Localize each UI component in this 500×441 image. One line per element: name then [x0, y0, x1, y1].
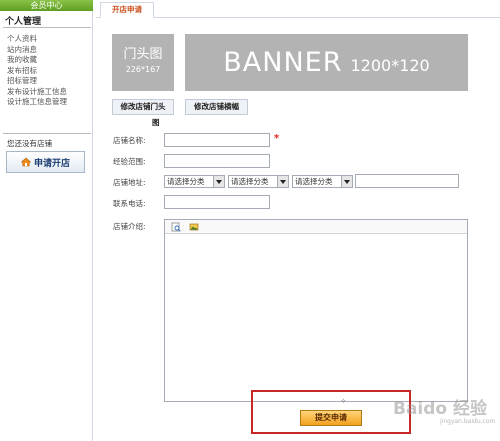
- address-label: 店铺地址:: [113, 178, 146, 187]
- door-image-placeholder: 门头图 226*167: [112, 34, 174, 91]
- sidebar-item-favorites[interactable]: 我的收藏: [7, 55, 67, 66]
- scope-label: 经验范围:: [113, 157, 146, 166]
- phone-input[interactable]: [164, 195, 270, 209]
- door-image-size: 226*167: [125, 65, 161, 74]
- dropdown-arrow-icon: [341, 176, 352, 187]
- submit-application-button[interactable]: 提交申请: [300, 410, 362, 426]
- edit-door-image-button-wrap[interactable]: 图: [152, 117, 160, 128]
- address-district-select[interactable]: 请选择分类: [292, 175, 353, 188]
- required-mark: *: [274, 133, 280, 144]
- shop-name-label: 店铺名称:: [113, 136, 146, 145]
- select-value: 请选择分类: [231, 177, 269, 186]
- select-value: 请选择分类: [295, 177, 333, 186]
- watermark-logo: Baido 经验: [393, 399, 488, 419]
- sidebar-section-title: 个人管理: [5, 17, 42, 27]
- sidebar-item-design-management[interactable]: 设计施工信息管理: [7, 97, 67, 108]
- banner-image-size: 1200*120: [350, 56, 430, 75]
- image-icon[interactable]: [189, 222, 199, 232]
- address-city-select[interactable]: 请选择分类: [228, 175, 289, 188]
- sidebar-item-tender-management[interactable]: 招标管理: [7, 76, 67, 87]
- editor-text-area[interactable]: [165, 235, 467, 401]
- door-image-title: 门头图: [123, 47, 163, 62]
- open-shop-label: 申请开店: [33, 158, 70, 169]
- select-value: 请选择分类: [167, 177, 205, 186]
- phone-label: 联系电话:: [113, 199, 146, 208]
- intro-editor: [164, 219, 468, 402]
- address-detail-input[interactable]: [355, 174, 459, 188]
- shop-name-input[interactable]: [164, 133, 270, 147]
- sidebar-item-publish-design[interactable]: 发布设计施工信息: [7, 87, 67, 98]
- editor-toolbar: [165, 220, 467, 234]
- sidebar-item-publish-tender[interactable]: 发布招标: [7, 66, 67, 77]
- address-province-select[interactable]: 请选择分类: [164, 175, 225, 188]
- open-shop-button[interactable]: 申请开店: [6, 151, 85, 173]
- banner-image-title: BANNER: [223, 47, 343, 78]
- divider: [3, 27, 91, 28]
- tab-bar: 开店申请: [96, 0, 500, 18]
- divider: [3, 133, 91, 134]
- no-shop-text: 您还没有店铺: [7, 139, 52, 148]
- tab-open-shop-application[interactable]: 开店申请: [100, 2, 154, 18]
- source-icon[interactable]: [171, 222, 181, 232]
- edit-banner-button[interactable]: 修改店铺横幅: [185, 99, 248, 115]
- edit-door-image-button[interactable]: 修改店铺门头: [112, 99, 174, 115]
- house-icon: [20, 157, 31, 167]
- intro-label: 店铺介绍:: [113, 222, 146, 231]
- banner-image-placeholder: BANNER 1200*120: [185, 34, 468, 91]
- sidebar-item-messages[interactable]: 站内消息: [7, 45, 67, 56]
- sidebar-header: 会员中心: [0, 0, 93, 11]
- sidebar-menu: 个人资料 站内消息 我的收藏 发布招标 招标管理 发布设计施工信息 设计施工信息…: [7, 34, 67, 108]
- watermark-url: jingyan.baidu.com: [440, 418, 496, 425]
- sidebar: 会员中心 个人管理 个人资料 站内消息 我的收藏 发布招标 招标管理 发布设计施…: [0, 0, 93, 441]
- dropdown-arrow-icon: [213, 176, 224, 187]
- sidebar-item-profile[interactable]: 个人资料: [7, 34, 67, 45]
- dropdown-arrow-icon: [277, 176, 288, 187]
- scope-input[interactable]: [164, 154, 270, 168]
